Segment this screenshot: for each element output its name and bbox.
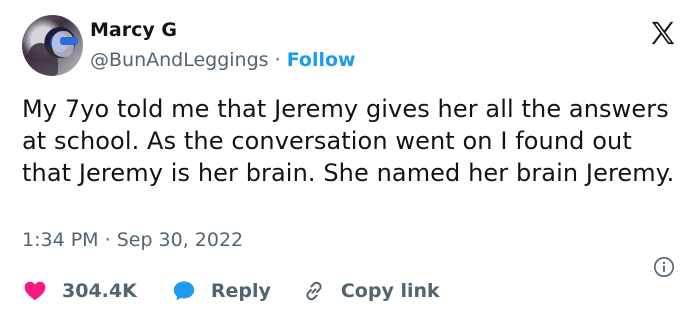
copy-link-button[interactable]: Copy link xyxy=(301,279,440,303)
follow-button[interactable]: Follow xyxy=(287,49,356,71)
copy-link-label: Copy link xyxy=(340,280,440,302)
reply-label: Reply xyxy=(210,280,271,302)
handle-separator: · xyxy=(268,49,287,71)
timestamp-separator: · xyxy=(98,229,117,251)
author-info: Marcy G @BunAndLeggings · Follow xyxy=(90,17,356,73)
x-logo-icon[interactable] xyxy=(648,19,678,47)
like-count: 304.4K xyxy=(62,280,137,302)
speech-bubble-icon xyxy=(173,281,195,301)
tweet-timestamp[interactable]: 1:34 PM · Sep 30, 2022 xyxy=(22,227,243,253)
tweet-card: Marcy G @BunAndLeggings · Follow My 7yo … xyxy=(0,0,700,318)
like-button[interactable]: 304.4K xyxy=(22,279,137,303)
divider xyxy=(22,262,678,263)
info-icon[interactable] xyxy=(653,256,675,278)
tweet-actions: 304.4K Reply Copy link xyxy=(22,276,440,306)
heart-icon xyxy=(24,281,46,301)
avatar[interactable] xyxy=(22,15,83,76)
tweet-header: Marcy G @BunAndLeggings · Follow xyxy=(22,15,678,79)
link-icon xyxy=(306,281,322,301)
author-handle[interactable]: @BunAndLeggings xyxy=(90,49,269,71)
author-display-name[interactable]: Marcy G xyxy=(90,17,356,43)
avatar-glasses xyxy=(60,37,78,45)
reply-button[interactable]: Reply xyxy=(171,279,271,303)
tweet-time: 1:34 PM xyxy=(22,229,99,251)
tweet-date: Sep 30, 2022 xyxy=(116,229,244,251)
author-handle-row: @BunAndLeggings · Follow xyxy=(90,47,356,73)
tweet-text: My 7yo told me that Jeremy gives her all… xyxy=(22,95,675,187)
